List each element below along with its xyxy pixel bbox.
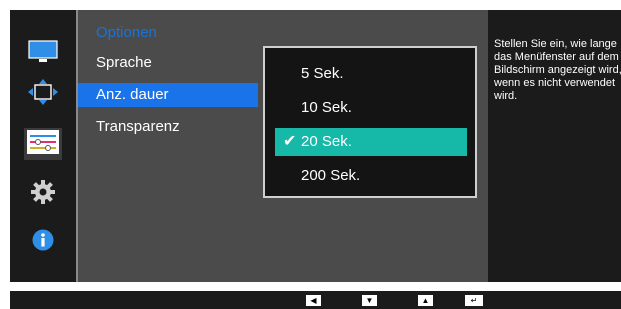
settings-menu-button[interactable] <box>26 179 60 209</box>
display-time-dropdown: 5 Sek. 10 Sek. ✔ 20 Sek. 200 Sek. <box>263 46 477 198</box>
section-title: Optionen <box>96 24 157 41</box>
option-label: 10 Sek. <box>301 99 352 116</box>
system-menu-button[interactable] <box>24 128 62 160</box>
option-20-sek[interactable]: ✔ 20 Sek. <box>275 128 467 156</box>
down-button[interactable]: ▼ <box>362 295 377 306</box>
icon-rail <box>10 10 75 282</box>
option-5-sek[interactable]: 5 Sek. <box>275 60 467 88</box>
information-menu-button[interactable] <box>26 228 60 256</box>
up-arrow-icon: ▲ <box>421 296 430 305</box>
left-button[interactable]: ◀ <box>306 295 321 306</box>
enter-button[interactable]: ↵ <box>465 295 483 306</box>
option-label: 20 Sek. <box>301 133 352 150</box>
option-label: 200 Sek. <box>301 167 361 184</box>
enter-icon: ↵ <box>470 296 478 305</box>
menu-item-anz-dauer[interactable]: Anz. dauer <box>78 83 258 107</box>
menu-item-transparenz[interactable]: Transparenz <box>78 115 258 139</box>
option-label: 5 Sek. <box>301 65 344 82</box>
sliders-icon <box>27 129 59 159</box>
checkmark-icon: ✔ <box>283 133 297 150</box>
up-button[interactable]: ▲ <box>418 295 433 306</box>
help-text: Stellen Sie ein, wie lange das Menüfenst… <box>494 38 621 102</box>
help-panel: Stellen Sie ein, wie lange das Menüfenst… <box>488 10 621 282</box>
main-menu-panel: Optionen Sprache Anz. dauer Transparenz … <box>76 10 490 282</box>
osd-menu: Optionen Sprache Anz. dauer Transparenz … <box>10 10 621 282</box>
option-10-sek[interactable]: 10 Sek. <box>275 94 467 122</box>
position-menu-button[interactable] <box>26 78 60 110</box>
info-icon <box>32 229 54 256</box>
option-200-sek[interactable]: 200 Sek. <box>275 162 467 190</box>
monitor-icon <box>28 39 58 69</box>
gear-icon <box>31 179 55 209</box>
down-arrow-icon: ▼ <box>365 296 374 305</box>
menu-item-sprache[interactable]: Sprache <box>78 51 258 75</box>
control-bar: ◀ ▼ ▲ ↵ <box>10 291 621 309</box>
picture-menu-button[interactable] <box>26 39 60 69</box>
left-arrow-icon: ◀ <box>310 296 317 305</box>
position-icon <box>28 78 58 110</box>
